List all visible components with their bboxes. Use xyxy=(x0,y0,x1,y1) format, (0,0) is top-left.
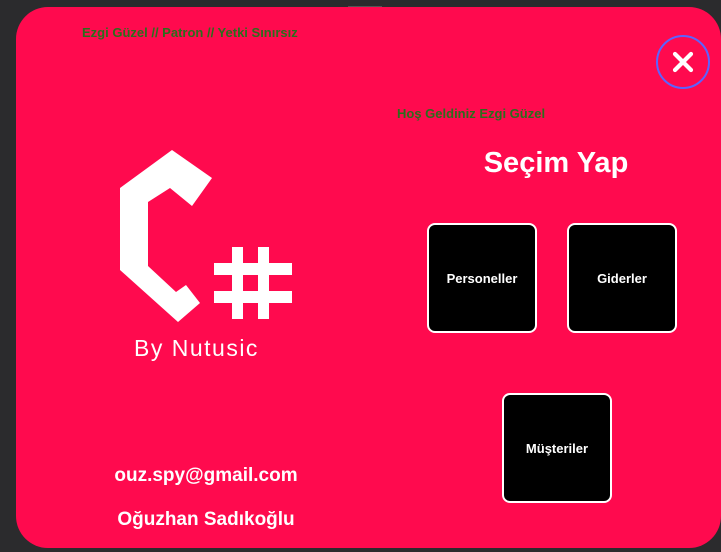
personeller-button[interactable]: Personeller xyxy=(427,223,537,333)
main-window: Ezgi Güzel // Patron // Yetki Sınırsız H… xyxy=(16,7,721,548)
welcome-message: Hoş Geldiniz Ezgi Güzel xyxy=(397,106,546,121)
musteriler-button[interactable]: Müşteriler xyxy=(502,393,612,503)
author-name: Oğuzhan Sadıkoğlu xyxy=(117,509,295,530)
close-button[interactable] xyxy=(656,35,710,89)
close-icon xyxy=(672,51,694,73)
contact-email: ouz.spy@gmail.com xyxy=(114,465,298,486)
logo-caption: By Nutusic xyxy=(134,335,259,361)
page-title: Seçim Yap xyxy=(483,147,629,179)
csharp-logo-icon xyxy=(120,150,292,322)
user-info-label: Ezgi Güzel // Patron // Yetki Sınırsız xyxy=(82,25,298,40)
giderler-button[interactable]: Giderler xyxy=(567,223,677,333)
